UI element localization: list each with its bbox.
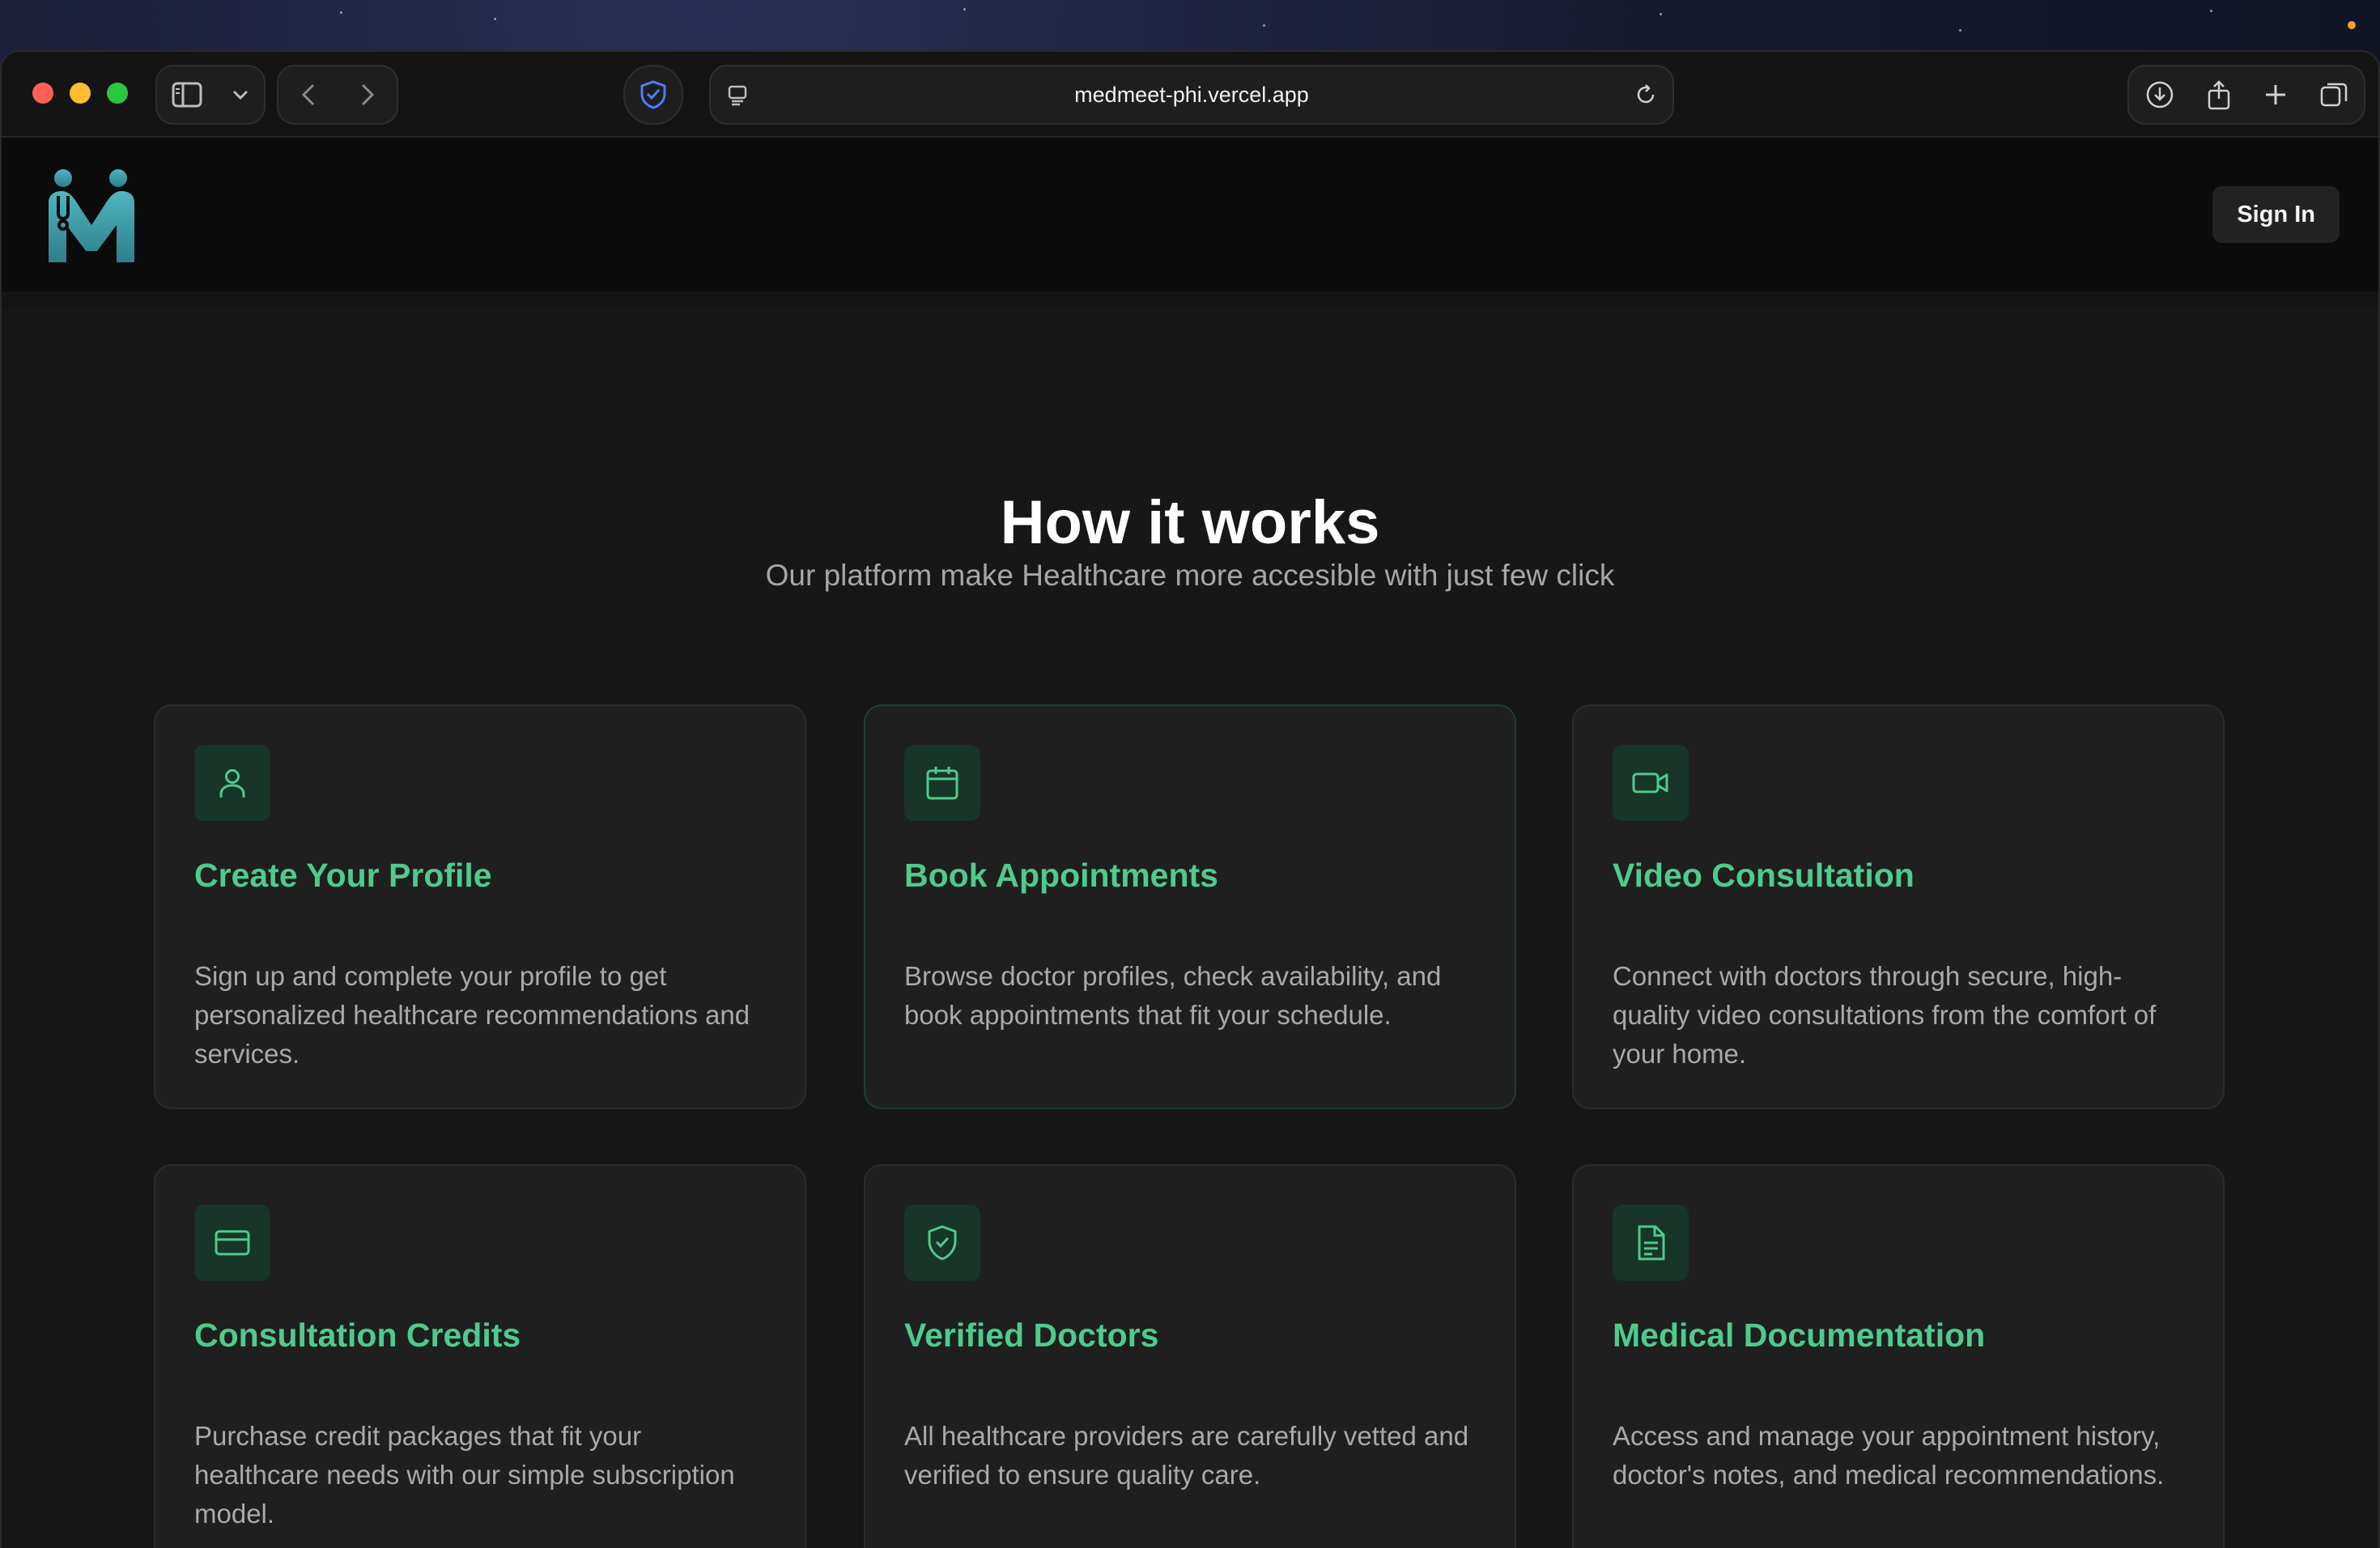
feature-card-create-profile: Create Your Profile Sign up and complete… <box>154 704 806 1109</box>
close-window-button[interactable] <box>32 83 53 104</box>
user-icon <box>194 745 270 821</box>
shield-icon <box>640 80 667 109</box>
feature-description: Sign up and complete your profile to get… <box>194 961 750 1069</box>
feature-title: Consultation Credits <box>194 1316 521 1354</box>
toolbar-actions-group <box>2127 65 2365 125</box>
calendar-icon <box>904 745 980 821</box>
browser-toolbar: medmeet-phi.vercel.app <box>2 52 2378 138</box>
section-title: How it works <box>1000 488 1380 557</box>
feature-card-medical-documentation: Medical Documentation Access and manage … <box>1572 1164 2225 1548</box>
feature-description: Access and manage your appointment histo… <box>1613 1421 2165 1490</box>
minimize-window-button[interactable] <box>70 83 91 104</box>
feature-description: Connect with doctors through secure, hig… <box>1613 961 2157 1069</box>
feature-title: Create Your Profile <box>194 857 492 894</box>
new-tab-icon[interactable] <box>2263 83 2288 107</box>
section-subtitle: Our platform make Healthcare more accesi… <box>765 559 1615 592</box>
chevron-down-icon[interactable] <box>232 89 249 100</box>
sidebar-icon[interactable] <box>172 82 202 108</box>
star <box>340 11 342 14</box>
star <box>2210 10 2212 12</box>
share-icon[interactable] <box>2206 79 2232 110</box>
feature-description: Purchase credit packages that fit your h… <box>194 1421 735 1529</box>
address-bar[interactable]: medmeet-phi.vercel.app <box>709 65 1674 125</box>
feature-card-verified-doctors: Verified Doctors All healthcare provider… <box>864 1164 1516 1548</box>
shield-check-icon <box>904 1205 980 1281</box>
medmeet-logo[interactable] <box>45 167 138 266</box>
privacy-shield-button[interactable] <box>623 65 683 125</box>
star <box>494 18 496 20</box>
back-icon[interactable] <box>301 83 316 107</box>
feature-description: Browse doctor profiles, check availabili… <box>904 961 1442 1030</box>
downloads-icon[interactable] <box>2145 80 2174 109</box>
history-nav-group <box>277 65 398 125</box>
feature-title: Book Appointments <box>904 857 1218 894</box>
feature-card-book-appointments: Book Appointments Browse doctor profiles… <box>864 704 1516 1109</box>
tab-overview-icon[interactable] <box>2319 80 2348 109</box>
notification-dot <box>2348 21 2356 29</box>
feature-title: Medical Documentation <box>1613 1316 1986 1354</box>
feature-description: All healthcare providers are carefully v… <box>904 1421 1469 1490</box>
sign-in-button[interactable]: Sign In <box>2212 186 2340 243</box>
star <box>1263 24 1265 27</box>
sidebar-toggle-group[interactable] <box>155 65 266 125</box>
document-icon <box>1613 1205 1689 1281</box>
star <box>963 8 966 11</box>
browser-window: medmeet-phi.vercel.app Sign In How it wo… <box>2 52 2378 1548</box>
star <box>1959 29 1961 32</box>
feature-title: Video Consultation <box>1613 857 1915 894</box>
reload-icon[interactable] <box>1634 83 1658 111</box>
video-icon <box>1613 745 1689 821</box>
forward-icon[interactable] <box>360 83 375 107</box>
site-header: Sign In <box>2 138 2378 293</box>
feature-title: Verified Doctors <box>904 1316 1159 1354</box>
zoom-window-button[interactable] <box>107 83 128 104</box>
feature-card-video-consultation: Video Consultation Connect with doctors … <box>1572 704 2225 1109</box>
how-it-works-section: How it works Our platform make Healthcar… <box>2 309 2378 1548</box>
header-divider <box>2 291 2378 309</box>
url-text[interactable]: medmeet-phi.vercel.app <box>711 66 1672 123</box>
credit-card-icon <box>194 1205 270 1281</box>
feature-card-consultation-credits: Consultation Credits Purchase credit pac… <box>154 1164 806 1548</box>
star <box>1660 13 1662 15</box>
